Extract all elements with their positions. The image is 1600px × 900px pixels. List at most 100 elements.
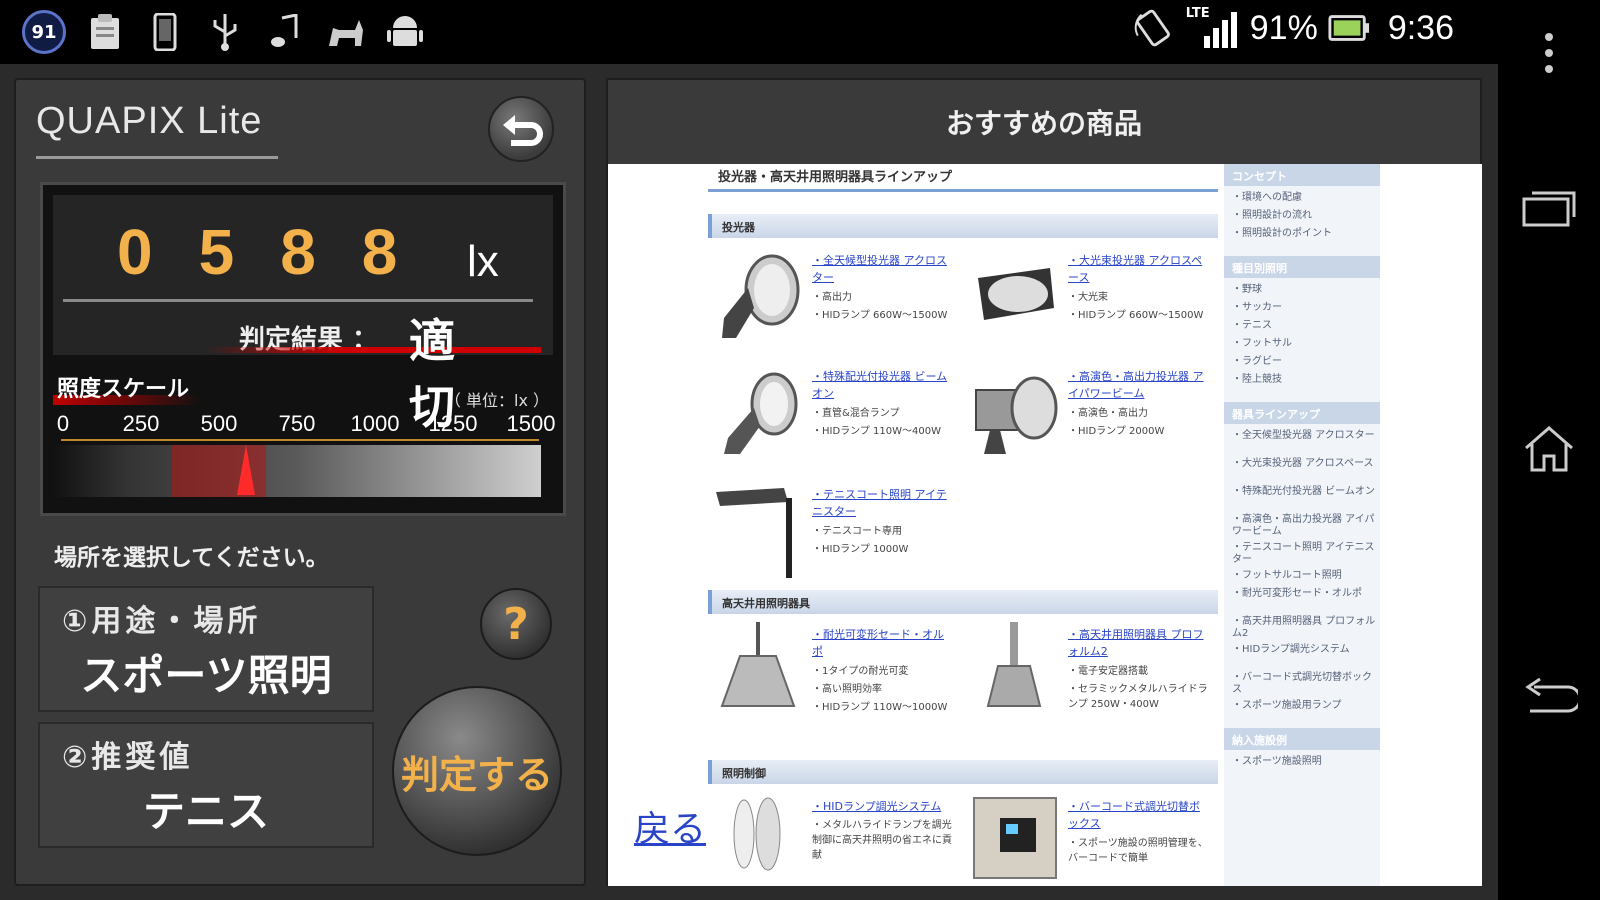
usage-label: ①用途・場所 (62, 604, 262, 639)
rotation-icon (1132, 7, 1174, 49)
app-title: QUAPIX Lite (36, 100, 263, 142)
product-spec: ・大光束 (1068, 292, 1108, 303)
meter-panel: QUAPIX Lite 0 5 8 8 lx 判定結果 ： 適 切 照度スケール… (14, 78, 586, 886)
product-link[interactable]: ・大光束投光器 アクロスペース (1068, 252, 1208, 286)
recommended-selector[interactable]: ②推奨値 テニス (38, 722, 374, 848)
recommended-label: ②推奨値 (62, 740, 194, 775)
back-link[interactable]: 戻る (634, 800, 706, 852)
sidebar-link[interactable]: ・全天候型投光器 アクロスター (1232, 430, 1376, 442)
sidebar-link[interactable]: ・フットサル (1232, 338, 1376, 350)
sidebar-link[interactable]: ・スポーツ施設用ランプ (1232, 700, 1376, 712)
section-header: 投光器 (708, 214, 1218, 238)
overflow-menu-icon (1545, 33, 1553, 73)
product-item: ・バーコード式調光切替ボックス ・スポーツ施設の照明管理を、バーコードで簡単 (964, 794, 1214, 886)
overflow-menu-button[interactable] (1518, 22, 1580, 84)
clock: 9:36 (1387, 8, 1454, 47)
product-spec: ・セラミックメタルハライドランプ 250W・400W (1068, 684, 1208, 710)
judge-button[interactable]: 判定する (392, 686, 562, 856)
lux-meter: 0 5 8 8 lx 判定結果 ： 適 切 照度スケール （ 単位：lx ） 0… (40, 182, 566, 516)
scale-unit: （ 単位：lx ） (444, 391, 549, 410)
sidebar-link[interactable]: ・大光束投光器 アクロスペース (1232, 458, 1376, 470)
product-link[interactable]: ・特殊配光付投光器 ビームオン (812, 368, 952, 402)
product-link[interactable]: ・バーコード式調光切替ボックス (1068, 798, 1208, 832)
sidebar-link[interactable]: ・テニス (1232, 320, 1376, 332)
sidebar-link[interactable]: ・サッカー (1232, 302, 1376, 314)
product-spec: ・HIDランプ 110W～1000W (812, 702, 948, 713)
sidebar-link[interactable]: ・ラグビー (1232, 356, 1376, 368)
pendant-light-image (720, 622, 796, 707)
sidebar-link[interactable]: ・環境への配慮 (1232, 192, 1376, 204)
control-box-image (973, 797, 1057, 879)
sidebar-heading: コンセプト (1224, 164, 1380, 186)
lux-scale-bar (53, 445, 541, 497)
cat-icon (324, 11, 366, 53)
home-button[interactable] (1518, 418, 1580, 480)
sidebar-link[interactable]: ・特殊配光付投光器 ビームオン (1232, 486, 1376, 498)
lamp-image (733, 797, 781, 871)
product-spec: ・高出力 (812, 292, 852, 303)
lux-unit: lx (467, 237, 499, 286)
sidebar-link[interactable]: ・高演色・高出力投光器 アイパワービーム (1232, 514, 1376, 538)
sidebar-link[interactable]: ・バーコード式調光切替ボックス (1232, 672, 1376, 696)
sidebar-link[interactable]: ・野球 (1232, 284, 1376, 296)
section-header: 高天井用照明器具 (708, 590, 1218, 614)
sidebar-link[interactable]: ・陸上競技 (1232, 374, 1376, 386)
sidebar-link[interactable]: ・スポーツ施設照明 (1232, 756, 1376, 768)
product-spec: ・HIDランプ 2000W (1068, 426, 1165, 437)
product-link[interactable]: ・高演色・高出力投光器 アイパワービーム (1068, 368, 1208, 402)
panel-title: おすすめの商品 (945, 107, 1142, 140)
navigation-bar (1498, 0, 1600, 900)
title-underline (36, 156, 278, 159)
home-icon (1525, 426, 1573, 472)
product-item: ・テニスコート照明 アイテニスター ・テニスコート専用 ・HIDランプ 1000… (708, 482, 958, 592)
lux-marker (237, 445, 256, 495)
product-spec: ・メタルハライドランプを調光制御に高天井照明の省エネに貢献 (812, 820, 952, 861)
scale-axis-line (61, 439, 539, 441)
help-button[interactable]: ? (480, 588, 552, 660)
usage-selector[interactable]: ①用途・場所 スポーツ照明 (38, 586, 374, 712)
recent-apps-button[interactable] (1518, 176, 1580, 238)
phone-icon (144, 11, 186, 53)
battery-percent: 91% (1249, 8, 1318, 47)
product-webview[interactable]: 投光器・高天井用照明器具ラインアップ 投光器 ・全天候型投光器 アクロスター ・… (608, 164, 1482, 886)
scale-tick-label: 1250 (428, 411, 478, 436)
product-spec: ・直管&混合ランプ (812, 408, 900, 419)
app-back-button[interactable] (488, 96, 554, 162)
recommended-products-panel: おすすめの商品 投光器・高天井用照明器具ラインアップ 投光器 ・全天候型投光器 … (606, 78, 1482, 886)
product-spec: ・スポーツ施設の照明管理を、バーコードで簡単 (1068, 838, 1208, 864)
product-spec: ・HIDランプ 660W～1500W (1068, 310, 1204, 321)
product-item: ・耐光可変形セード・オルポ ・1タイプの耐光可変 ・高い照明効率 ・HIDランプ… (708, 622, 958, 732)
sidebar-link[interactable]: ・照明設計のポイント (1232, 228, 1376, 240)
sidebar-link[interactable]: ・HIDランプ調光システム (1232, 644, 1376, 656)
sidebar-link[interactable]: ・耐光可変形セード・オルポ (1232, 588, 1376, 600)
sidebar-link[interactable]: ・テニスコート照明 アイテニスター (1232, 542, 1376, 566)
sidebar-heading: 種目別照明 (1224, 256, 1380, 278)
product-link[interactable]: ・耐光可変形セード・オルポ (812, 626, 952, 660)
floodlight-image (978, 268, 1054, 320)
product-link[interactable]: ・HIDランプ調光システム (812, 798, 952, 815)
product-spec: ・HIDランプ 1000W (812, 544, 909, 555)
lux-digits: 0 5 8 8 (117, 215, 397, 289)
back-button[interactable] (1518, 668, 1580, 730)
notification-badge: 91 (22, 10, 66, 54)
scale-title: 照度スケール (57, 377, 190, 402)
page-heading: 投光器・高天井用照明器具ラインアップ (708, 164, 1218, 192)
product-spec: ・1タイプの耐光可変 (812, 666, 909, 677)
recent-apps-icon (1522, 191, 1576, 227)
sidebar-link[interactable]: ・フットサルコート照明 (1232, 570, 1376, 582)
product-link[interactable]: ・全天候型投光器 アクロスター (812, 252, 952, 286)
product-link[interactable]: ・高天井用照明器具 プロフォルム2 (1068, 626, 1208, 660)
product-link[interactable]: ・テニスコート照明 アイテニスター (812, 486, 952, 520)
status-bar: 91 LTE 91% 9:36 (0, 0, 1498, 64)
product-spec: ・HIDランプ 110W～400W (812, 426, 941, 437)
scale-tick-label: 500 (200, 411, 238, 436)
select-prompt: 場所を選択してください。 (54, 545, 329, 571)
return-arrow-icon (503, 115, 543, 146)
product-item: ・大光束投光器 アクロスペース ・大光束 ・HIDランプ 660W～1500W (964, 248, 1214, 358)
sidebar-link[interactable]: ・高天井用照明器具 プロフォルム2 (1232, 616, 1376, 640)
pendant-light-image (986, 622, 1042, 707)
usb-icon (204, 11, 246, 53)
readout-divider (63, 299, 533, 302)
sidebar-heading: 納入施設例 (1224, 728, 1380, 750)
sidebar-link[interactable]: ・照明設計の流れ (1232, 210, 1376, 222)
